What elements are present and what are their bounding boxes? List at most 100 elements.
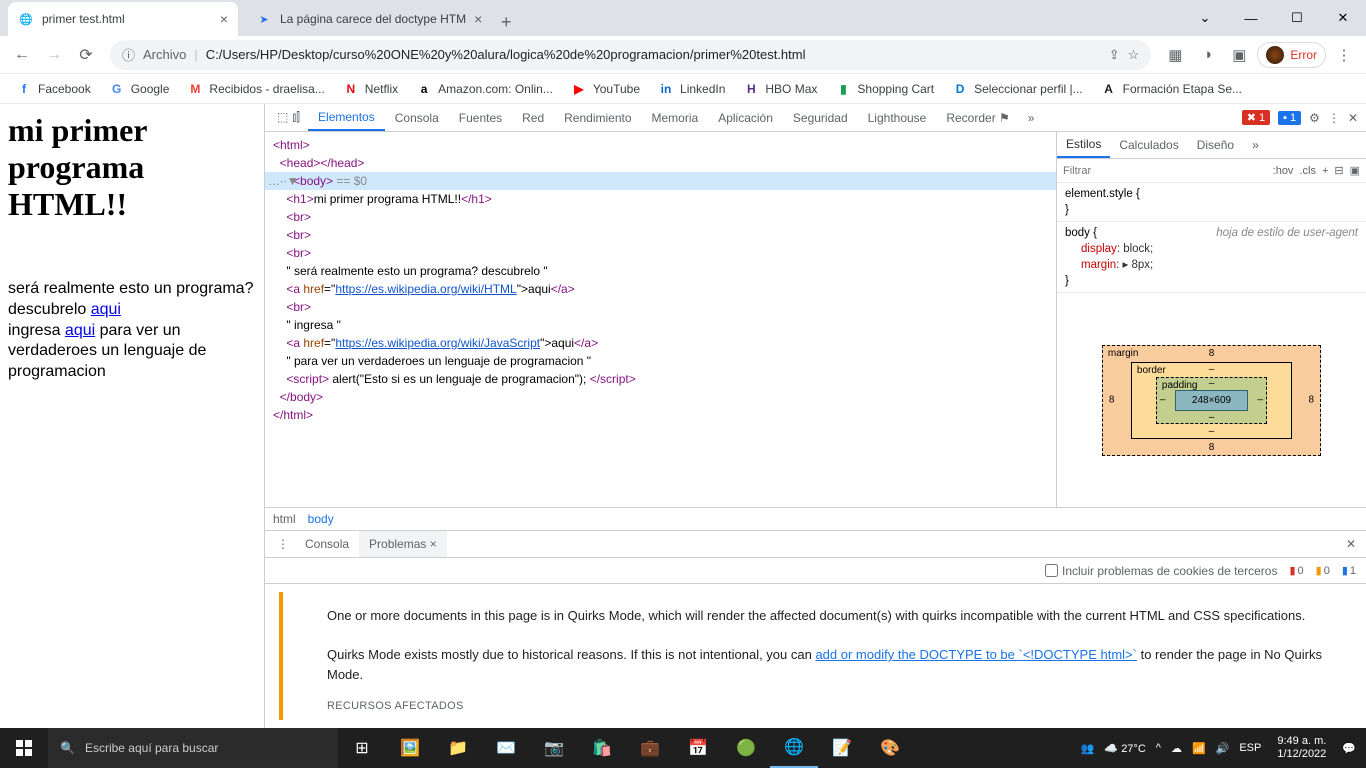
devtools-tab[interactable]: Fuentes [449,104,512,131]
chevron-up-icon[interactable]: ^ [1156,742,1161,754]
bookmark-item[interactable]: ▮Shopping Cart [827,77,942,101]
doctype-link[interactable]: add or modify the DOCTYPE to be `<!DOCTY… [815,647,1137,662]
cls-toggle[interactable]: .cls [1299,165,1316,177]
explorer-icon[interactable]: 📁 [434,728,482,768]
bookmark-item[interactable]: aAmazon.com: Onlin... [408,77,561,101]
cookie-checkbox[interactable]: Incluir problemas de cookies de terceros [1045,564,1277,578]
app-icon[interactable]: 🛍️ [578,728,626,768]
bookmark-item[interactable]: ▶YouTube [563,77,648,101]
chevron-down-icon[interactable]: ⌄ [1182,0,1228,36]
star-icon[interactable]: ☆ [1128,47,1140,63]
inspect-icon[interactable]: ⬚ [277,110,288,125]
devtools-tab[interactable]: Lighthouse [858,104,937,131]
filter-input[interactable] [1063,165,1267,177]
dom-breadcrumbs[interactable]: html body [265,507,1366,530]
extension-icon[interactable]: ▦ [1161,41,1189,69]
dom-tree[interactable]: <html> <head></head> <body> == $0 <h1>mi… [265,132,1056,507]
devtools-tab[interactable]: Rendimiento [554,104,641,131]
lang-indicator[interactable]: ESP [1239,742,1261,754]
info-badge[interactable]: ▪ 1 [1278,111,1301,125]
close-icon[interactable]: ✕ [1348,111,1358,125]
drawer-menu-icon[interactable]: ⋮ [271,537,295,551]
close-icon[interactable]: ✕ [1336,537,1366,551]
hov-toggle[interactable]: :hov [1273,165,1294,177]
minimize-button[interactable]: — [1228,0,1274,36]
spotify-icon[interactable]: 🟢 [722,728,770,768]
extension-icon[interactable]: ▣ [1225,41,1253,69]
bookmark-item[interactable]: HHBO Max [735,77,825,101]
devtools-tab[interactable]: Recorder ⚑ [936,104,1019,131]
onedrive-icon[interactable]: ☁ [1171,742,1182,755]
bookmark-item[interactable]: fFacebook [8,77,99,101]
tab-diseno[interactable]: Diseño [1188,132,1243,158]
crumb-body[interactable]: body [308,512,334,526]
url-bar[interactable]: ⓘ Archivo | C:/Users/HP/Desktop/curso%20… [110,40,1151,70]
plus-icon[interactable]: + [1322,165,1328,177]
tab-estilos[interactable]: Estilos [1057,132,1110,158]
extension-icon[interactable]: ◑ [1193,41,1221,69]
tab-inactive[interactable]: ➤ La página carece del doctype HTM × [246,2,492,36]
error-badge[interactable]: ✖ 1 [1242,110,1270,125]
quirks-issue[interactable]: One or more documents in this page is in… [279,592,1352,720]
bookmark-item[interactable]: GGoogle [101,77,178,101]
devtools-tab[interactable]: Memoria [642,104,709,131]
tab-calculados[interactable]: Calculados [1110,132,1187,158]
close-icon: × [430,537,437,551]
sublime-icon[interactable]: 📝 [818,728,866,768]
taskview-icon[interactable]: ⊞ [338,728,386,768]
bookmark-item[interactable]: MRecibidos - draelisa... [179,77,332,101]
mail-icon[interactable]: ✉️ [482,728,530,768]
bookmark-item[interactable]: DSeleccionar perfil |... [944,77,1091,101]
back-button[interactable]: ← [8,41,36,69]
app-icon[interactable]: 📅 [674,728,722,768]
tab-consola[interactable]: Consola [295,531,359,557]
new-tab-button[interactable]: + [492,8,520,36]
panel-icon[interactable]: ▣ [1350,164,1360,177]
app-icon[interactable]: 📷 [530,728,578,768]
devtools-tab[interactable]: Elementos [308,104,385,131]
link-aqui[interactable]: aqui [65,322,95,339]
share-icon[interactable]: ⇪ [1109,47,1120,63]
forward-button[interactable]: → [40,41,68,69]
people-icon[interactable]: 👥 [1081,742,1095,755]
style-rule[interactable]: element.style { } [1057,183,1366,222]
more-icon[interactable]: » [1243,132,1268,158]
close-icon[interactable]: × [474,11,482,27]
tab-active[interactable]: 🌐 primer test.html × [8,2,238,36]
chrome-icon[interactable]: 🌐 [770,728,818,768]
clock[interactable]: 9:49 a. m. 1/12/2022 [1271,735,1332,761]
profile-error-chip[interactable]: Error [1257,42,1326,68]
link-aqui[interactable]: aqui [91,301,121,318]
reload-button[interactable]: ⟳ [72,41,100,69]
gear-icon[interactable]: ⚙ [1309,111,1320,125]
devtools-tab[interactable]: Consola [385,104,449,131]
bookmark-item[interactable]: inLinkedIn [650,77,733,101]
menu-icon[interactable]: ⋮ [1330,41,1358,69]
device-icon[interactable]: ⫾⫿ [292,110,300,125]
volume-icon[interactable]: 🔊 [1216,742,1230,755]
menu-icon[interactable]: ⋮ [1328,111,1340,125]
bookmark-item[interactable]: NNetflix [335,77,406,101]
close-window-button[interactable]: ✕ [1320,0,1366,36]
wifi-icon[interactable]: 📶 [1192,742,1206,755]
box-model[interactable]: margin 8 8 8 8 border – – padding – [1057,293,1366,507]
maximize-button[interactable]: ☐ [1274,0,1320,36]
paint-icon[interactable]: 🎨 [866,728,914,768]
devtools-tab[interactable]: Seguridad [783,104,858,131]
taskbar-search[interactable]: 🔍 Escribe aquí para buscar [48,728,338,768]
devtools-tab[interactable]: Red [512,104,554,131]
style-rule[interactable]: body {hoja de estilo de user-agent displ… [1057,222,1366,293]
pin-icon[interactable]: ⊟ [1334,164,1343,177]
crumb-html[interactable]: html [273,512,296,526]
more-tabs-icon[interactable]: » [1022,111,1041,125]
app-icon[interactable]: 💼 [626,728,674,768]
start-button[interactable] [0,728,48,768]
box-content: 248×609 [1175,390,1248,411]
weather-icon[interactable]: ☁️ 27°C [1104,742,1145,755]
close-icon[interactable]: × [220,11,228,27]
bookmark-item[interactable]: AFormación Etapa Se... [1093,77,1250,101]
notifications-icon[interactable]: 💬 [1342,742,1356,755]
devtools-tab[interactable]: Aplicación [708,104,783,131]
app-icon[interactable]: 🖼️ [386,728,434,768]
tab-problemas[interactable]: Problemas × [359,531,447,557]
